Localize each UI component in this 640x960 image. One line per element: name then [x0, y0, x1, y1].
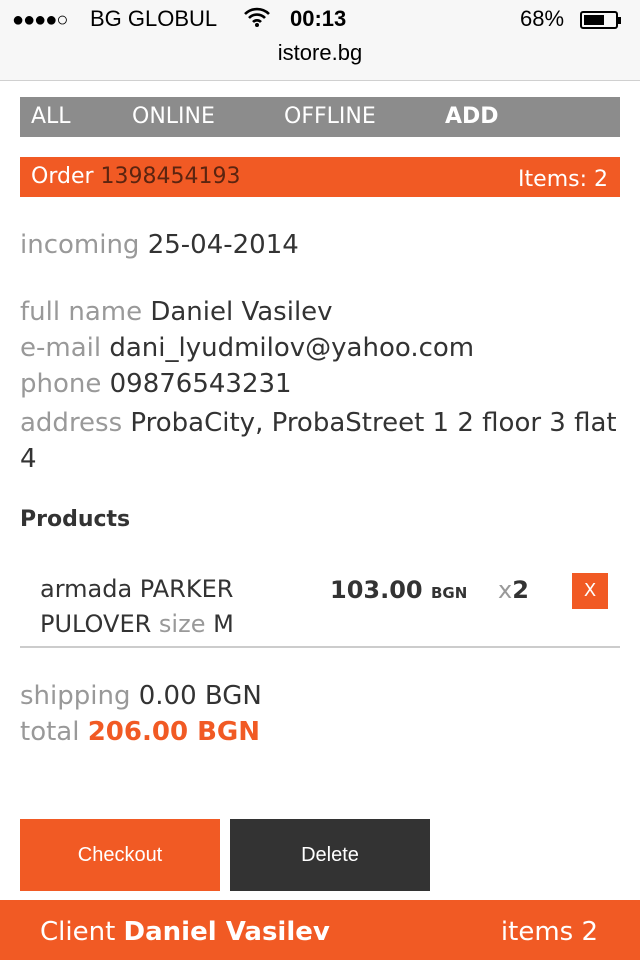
incoming-label: incoming — [20, 230, 140, 260]
tab-offline[interactable]: OFFLINE — [284, 104, 376, 129]
delete-button[interactable]: Delete — [230, 819, 430, 891]
product-price-value: 103.00 — [330, 576, 423, 604]
battery-percent: 68% — [520, 6, 565, 31]
phone-label: phone — [20, 369, 102, 399]
full-name-value: Daniel Vasilev — [150, 297, 333, 327]
order-filter-tabs: ALL ONLINE OFFLINE ADD — [20, 97, 620, 137]
products-heading: Products — [20, 507, 131, 532]
order-header: Order 1398454193 Items: 2 — [20, 157, 620, 197]
battery-icon — [580, 11, 621, 29]
total-value: 206.00 BGN — [87, 717, 261, 747]
product-name-block: armada PARKER PULOVER size M — [40, 572, 290, 642]
phone-row: phone 09876543231 — [20, 369, 292, 399]
browser-status-bar: ●●●●○ BG GLOBUL 00:13 68% istore.bg — [0, 0, 640, 81]
battery-level — [584, 15, 605, 25]
client-footer-bar[interactable]: Client Daniel Vasilev items 2 — [0, 900, 640, 960]
clock: 00:13 — [290, 6, 347, 31]
quantity-value: 2 — [512, 576, 529, 604]
product-size-value: M — [213, 610, 234, 638]
product-price-currency: BGN — [430, 584, 468, 602]
product-size-label: size — [158, 610, 206, 638]
total-label: total — [20, 717, 80, 747]
footer-items-count: items 2 — [500, 917, 598, 947]
status-row: ●●●●○ BG GLOBUL 00:13 68% — [0, 6, 640, 36]
incoming-value: 25-04-2014 — [147, 230, 299, 260]
phone-value[interactable]: 09876543231 — [110, 369, 292, 399]
order-items-count: Items: 2 — [518, 167, 608, 192]
footer-client: Client Daniel Vasilev — [40, 917, 330, 947]
email-row: e-mail dani_lyudmilov@yahoo.com — [20, 333, 474, 363]
product-quantity: x2 — [498, 576, 529, 604]
tab-online[interactable]: ONLINE — [132, 104, 215, 129]
product-row: armada PARKER PULOVER size M 103.00 BGN … — [20, 560, 620, 648]
footer-client-name: Daniel Vasilev — [123, 917, 330, 947]
incoming-row: incoming 25-04-2014 — [20, 230, 299, 260]
order-number: 1398454193 — [100, 164, 241, 189]
checkout-button[interactable]: Checkout — [20, 819, 220, 891]
footer-client-label: Client — [40, 917, 116, 947]
order-label: Order — [31, 164, 94, 189]
url-bar[interactable]: istore.bg — [0, 40, 640, 66]
full-name-row: full name Daniel Vasilev — [20, 297, 333, 327]
wifi-icon — [244, 6, 270, 34]
email-label: e-mail — [20, 333, 102, 363]
quantity-prefix: x — [498, 576, 513, 604]
total-row: total 206.00 BGN — [20, 717, 260, 747]
tab-all[interactable]: ALL — [31, 104, 71, 129]
product-name: armada PARKER PULOVER — [40, 575, 234, 638]
full-name-label: full name — [20, 297, 143, 327]
carrier-name: BG GLOBUL — [90, 6, 218, 31]
remove-product-button[interactable]: X — [572, 573, 608, 609]
signal-strength-icon: ●●●●○ — [12, 9, 68, 31]
shipping-value: 0.00 BGN — [138, 681, 262, 711]
product-price: 103.00 BGN — [330, 576, 467, 604]
tab-add[interactable]: ADD — [445, 104, 499, 129]
email-value[interactable]: dani_lyudmilov@yahoo.com — [109, 333, 474, 363]
shipping-row: shipping 0.00 BGN — [20, 681, 262, 711]
order-title: Order 1398454193 — [31, 164, 241, 189]
address-label: address — [20, 408, 123, 438]
shipping-label: shipping — [20, 681, 131, 711]
address-row: address ProbaCity, ProbaStreet 1 2 floor… — [20, 405, 620, 477]
